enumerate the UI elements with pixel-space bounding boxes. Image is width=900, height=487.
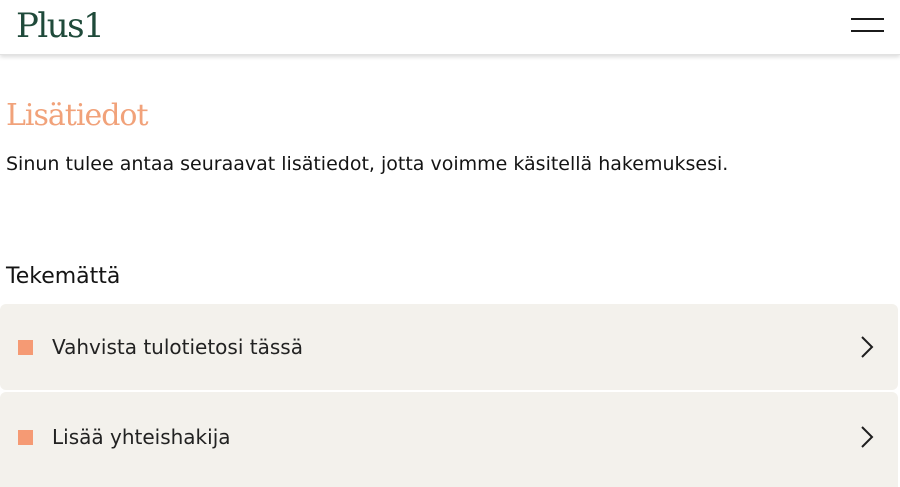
intro-text: Sinun tulee antaa seuraavat lisätiedot, … <box>6 153 729 175</box>
hamburger-menu-icon[interactable] <box>846 14 888 40</box>
chevron-right-icon <box>861 426 874 448</box>
menu-bar-top <box>851 18 884 20</box>
task-label: Vahvista tulotietosi tässä <box>52 335 303 359</box>
page-title: Lisätiedot <box>6 98 149 133</box>
task-add-co-applicant[interactable]: Lisää yhteishakija <box>0 392 898 487</box>
task-confirm-income[interactable]: Vahvista tulotietosi tässä <box>0 304 898 390</box>
status-square-icon <box>18 340 33 355</box>
top-header: Plus1 <box>0 0 900 55</box>
plus1-logo[interactable]: Plus1 <box>16 6 105 46</box>
section-heading-todo: Tekemättä <box>6 264 121 289</box>
task-label: Lisää yhteishakija <box>52 425 231 449</box>
chevron-right-icon <box>861 336 874 358</box>
menu-bar-bottom <box>851 30 884 32</box>
status-square-icon <box>18 430 33 445</box>
